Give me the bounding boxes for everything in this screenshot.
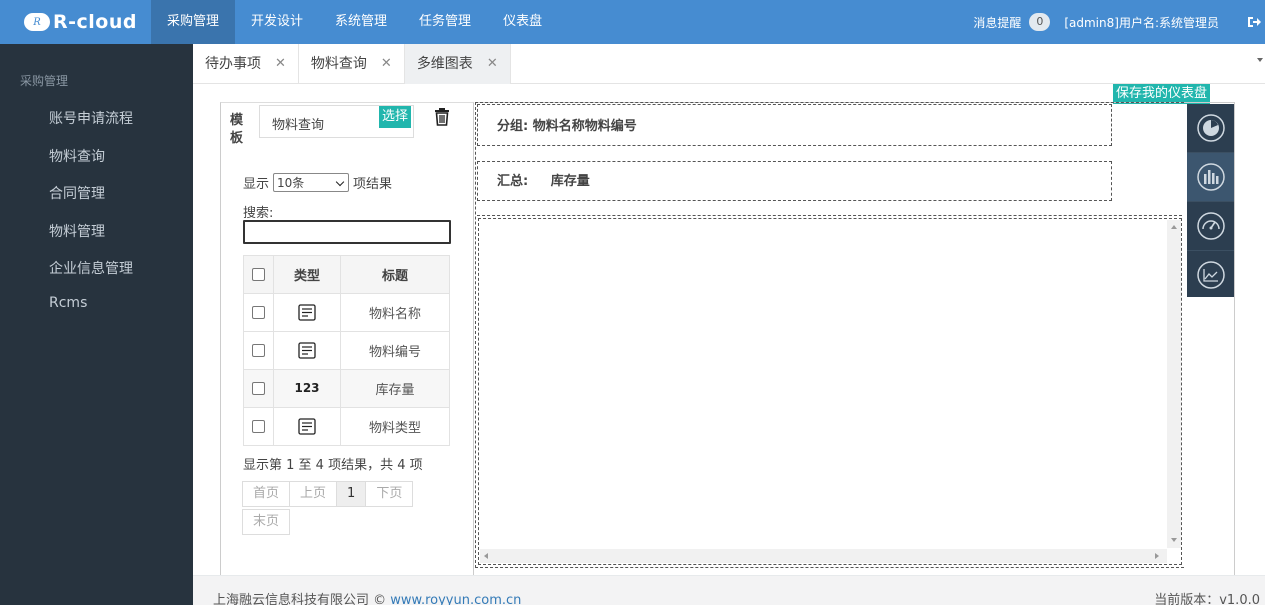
pagination: 首页 上页 1 下页 [242,481,414,507]
field-table: 类型 标题 物料名称 物料编号 123 库存量 物料类型 [243,255,450,446]
close-icon[interactable]: ✕ [381,45,392,83]
close-icon[interactable]: ✕ [275,45,286,83]
sidebar-section-title: 采购管理 [20,74,69,88]
copyright: 上海融云信息科技有限公司 © www.royyun.com.cn [213,589,521,605]
pager-first-button[interactable]: 首页 [242,481,291,507]
tab-todo[interactable]: 待办事项 ✕ [193,44,299,84]
main-nav: 采购管理 开发设计 系统管理 任务管理 仪表盘 [151,0,558,44]
vertical-scrollbar[interactable] [1167,220,1181,548]
app-logo[interactable]: R R-cloud [0,0,151,44]
gauge-icon[interactable] [1187,202,1234,250]
row-checkbox[interactable] [252,306,265,319]
pager-page-1[interactable]: 1 [336,481,367,507]
bar-chart-icon[interactable] [1187,153,1234,201]
nav-task[interactable]: 任务管理 [403,0,487,44]
chart-canvas[interactable] [478,218,1182,565]
page-size-row: 显示 10条 项结果 [243,173,392,192]
cloud-logo-icon: R [24,13,50,31]
divider [477,215,1182,216]
pager-prev-button[interactable]: 上页 [289,481,338,507]
group-by-dropzone[interactable]: 分组: 物料名称物料编号 [477,104,1112,146]
field-title: 物料名称 [340,293,450,332]
text-field-icon [298,342,316,359]
tab-multi-chart[interactable]: 多维图表 ✕ [404,44,511,84]
save-dashboard-button[interactable]: 保存我的仪表盘 [1113,84,1211,104]
select-all-cell [243,255,274,294]
field-title: 库存量 [340,369,450,408]
chevron-down-icon [335,177,345,187]
text-field-icon [298,418,316,435]
row-checkbox[interactable] [252,382,265,395]
table-row[interactable]: 物料名称 [243,293,450,332]
table-row[interactable]: 123 库存量 [243,369,450,408]
sidebar-item-enterprise[interactable]: 企业信息管理 [49,258,133,278]
nav-dashboard[interactable]: 仪表盘 [487,0,558,44]
field-title: 物料类型 [340,407,450,446]
table-row[interactable]: 物料类型 [243,407,450,446]
chart-type-toolbar [1187,104,1234,297]
scroll-right-icon[interactable] [1155,553,1159,559]
nav-development[interactable]: 开发设计 [235,0,319,44]
version-label: 当前版本：v1.0.0 [1154,593,1260,605]
search-input[interactable] [243,220,451,244]
table-row[interactable]: 物料编号 [243,331,450,370]
select-all-checkbox[interactable] [252,268,265,281]
line-chart-icon[interactable] [1187,251,1234,299]
company-link[interactable]: www.royyun.com.cn [390,593,521,605]
sidebar-item-contract[interactable]: 合同管理 [49,183,105,203]
panel-right-border [1234,102,1235,575]
app-name: R-cloud [53,11,137,33]
column-header-title[interactable]: 标题 [340,255,450,294]
summary-dropzone[interactable]: 汇总: 库存量 [477,161,1112,201]
search-label: 搜索: [243,206,274,221]
nav-procurement[interactable]: 采购管理 [151,0,236,44]
sidebar-item-rcms[interactable]: Rcms [49,295,87,311]
message-count-badge[interactable]: 0 [1029,13,1051,31]
row-checkbox[interactable] [252,420,265,433]
tab-material-query[interactable]: 物料查询 ✕ [299,44,405,84]
page-tabs: 待办事项 ✕ 物料查询 ✕ 多维图表 ✕ [193,44,1265,84]
tabs-dropdown-icon[interactable] [1257,58,1263,62]
table-info: 显示第 1 至 4 项结果，共 4 项 [243,458,423,473]
scroll-left-icon[interactable] [484,553,488,559]
row-checkbox[interactable] [252,344,265,357]
pager-last-button[interactable]: 末页 [242,509,291,535]
number-field-icon: 123 [294,381,320,395]
page-size-select[interactable]: 10条 [273,173,350,192]
logout-icon[interactable] [1247,16,1261,28]
sidebar-item-material-manage[interactable]: 物料管理 [49,221,105,241]
choose-template-button[interactable]: 选择 [379,106,412,128]
nav-system[interactable]: 系统管理 [319,0,403,44]
scroll-down-icon[interactable] [1171,538,1177,542]
pie-chart-icon[interactable] [1187,104,1234,152]
top-navbar: R R-cloud 采购管理 开发设计 系统管理 任务管理 仪表盘 消息提醒 0… [0,0,1265,44]
scroll-up-icon[interactable] [1171,225,1177,229]
current-user[interactable]: [admin8]用户名:系统管理员 [1064,14,1219,31]
message-reminder-link[interactable]: 消息提醒 [973,14,1021,31]
horizontal-scrollbar[interactable] [480,549,1167,563]
sidebar: 采购管理 账号申请流程 物料查询 合同管理 物料管理 企业信息管理 Rcms [0,44,193,605]
field-title: 物料编号 [340,331,450,370]
group-by-value: 物料名称物料编号 [532,119,637,134]
footer: 上海融云信息科技有限公司 © www.royyun.com.cn 当前版本：v1… [193,575,1265,605]
sidebar-item-account-flow[interactable]: 账号申请流程 [49,108,133,128]
text-field-icon [298,304,316,321]
column-header-type[interactable]: 类型 [273,255,341,294]
close-icon[interactable]: ✕ [487,45,498,83]
template-label: 模板 [230,113,244,146]
summary-value: 库存量 [550,174,590,189]
pager-next-button[interactable]: 下页 [365,481,414,507]
sidebar-item-material-query[interactable]: 物料查询 [49,146,105,166]
trash-icon[interactable] [434,108,450,126]
